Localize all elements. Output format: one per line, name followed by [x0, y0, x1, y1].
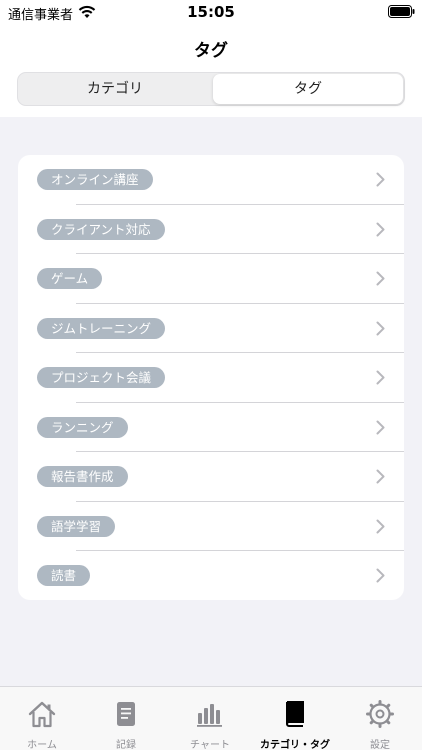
tab-chart[interactable]: チャート — [168, 687, 252, 750]
gear-icon — [366, 700, 394, 728]
list-item[interactable]: オンライン講座 — [18, 155, 404, 205]
battery-icon — [388, 5, 415, 18]
list-item[interactable]: ランニング — [18, 403, 404, 452]
tab-label: 記録 — [116, 740, 136, 750]
segmented-control: カテゴリ タグ — [17, 72, 405, 106]
tab-label: カテゴリ・タグ — [260, 740, 330, 750]
bar-chart-icon — [197, 704, 222, 727]
tag-chip: プロジェクト会議 — [37, 367, 166, 388]
tab-label: 設定 — [370, 740, 390, 750]
status-time: 15:05 — [187, 3, 235, 21]
tag-chip: ゲーム — [37, 268, 103, 289]
tag-list: オンライン講座 クライアント対応 ゲーム ジムトレーニング プロジェクト会議 ラ… — [18, 155, 404, 600]
chevron-right-icon — [376, 172, 385, 187]
list-item[interactable]: 読書 — [18, 551, 404, 600]
tag-chip: ジムトレーニング — [37, 317, 166, 339]
list-item[interactable]: 語学学習 — [18, 502, 404, 551]
chevron-right-icon — [376, 519, 385, 533]
tab-settings[interactable]: 設定 — [338, 687, 422, 750]
chevron-right-icon — [376, 321, 385, 335]
tag-chip: ランニング — [37, 416, 128, 438]
chevron-right-icon — [376, 420, 385, 434]
list-item[interactable]: ゲーム — [18, 254, 404, 304]
status-bar: 通信事業者 15:05 — [0, 0, 422, 26]
chevron-right-icon — [376, 271, 385, 286]
chevron-right-icon — [376, 469, 385, 484]
page-title: タグ — [194, 41, 228, 61]
segment-category[interactable]: カテゴリ — [20, 74, 210, 104]
tag-chip: オンライン講座 — [37, 169, 153, 190]
tag-chip: クライアント対応 — [37, 218, 165, 240]
tab-label: ホーム — [27, 740, 57, 750]
tag-chip: 読書 — [37, 565, 91, 586]
tab-bar: ホーム 記録 チャート カテゴリ・タグ 設定 — [0, 686, 422, 750]
segment-tag[interactable]: タグ — [213, 74, 403, 104]
tag-chip: 語学学習 — [37, 515, 116, 537]
tab-label: チャート — [190, 740, 230, 750]
list-item[interactable]: 報告書作成 — [18, 452, 404, 502]
list-item[interactable]: クライアント対応 — [18, 205, 404, 254]
chevron-right-icon — [376, 370, 385, 385]
list-item[interactable]: プロジェクト会議 — [18, 353, 404, 403]
list-item[interactable]: ジムトレーニング — [18, 304, 404, 353]
book-icon — [286, 701, 304, 727]
house-icon — [28, 701, 56, 728]
document-icon — [117, 702, 135, 726]
tab-category-tag[interactable]: カテゴリ・タグ — [253, 687, 337, 750]
tab-home[interactable]: ホーム — [0, 687, 84, 750]
chevron-right-icon — [376, 568, 385, 583]
tab-records[interactable]: 記録 — [84, 687, 168, 750]
top-bar: 通信事業者 15:05 タグ カテゴリ タグ — [0, 0, 422, 117]
tag-chip: 報告書作成 — [37, 466, 128, 487]
chevron-right-icon — [376, 222, 385, 236]
